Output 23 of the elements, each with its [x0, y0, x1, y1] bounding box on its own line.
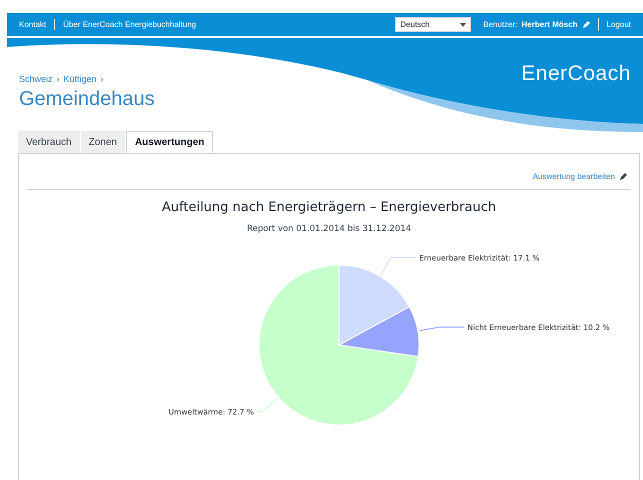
chart-title: Aufteilung nach Energieträgern – Energieverbrauch: [160, 199, 498, 217]
tab[interactable]: Verbrauch: [18, 131, 81, 153]
breadcrumb-link[interactable]: Küttigen: [64, 73, 97, 86]
nav-link[interactable]: Kontakt: [19, 18, 46, 30]
user-label: Benutzer:: [483, 18, 518, 30]
edit-report-link[interactable]: Auswertung bearbeiten: [532, 171, 615, 183]
page-title: Gemeindehaus: [19, 86, 155, 112]
language-select[interactable]: Deutsch: [395, 17, 472, 32]
logout-link[interactable]: Logout: [606, 18, 631, 30]
logo: EnerCoach: [521, 61, 631, 87]
tab[interactable]: Auswertungen: [126, 131, 214, 153]
chart-subtitle: Report von 01.01.2014 bis 31.12.2014: [246, 222, 412, 236]
tab[interactable]: Zonen: [80, 131, 126, 153]
caret-icon: [460, 22, 466, 26]
nav-link[interactable]: Über EnerCoach Energiebuchhaltung: [63, 18, 196, 30]
breadcrumb-link[interactable]: Schweiz: [19, 73, 53, 86]
pencil-icon[interactable]: [619, 173, 627, 181]
breadcrumb-separator: ›: [56, 73, 60, 86]
user-name[interactable]: Herbert Mösch: [522, 18, 578, 30]
leader-line: [419, 326, 465, 332]
breadcrumb-separator: ›: [100, 73, 104, 86]
leader-line: [380, 257, 417, 276]
leader-line: [256, 398, 278, 412]
